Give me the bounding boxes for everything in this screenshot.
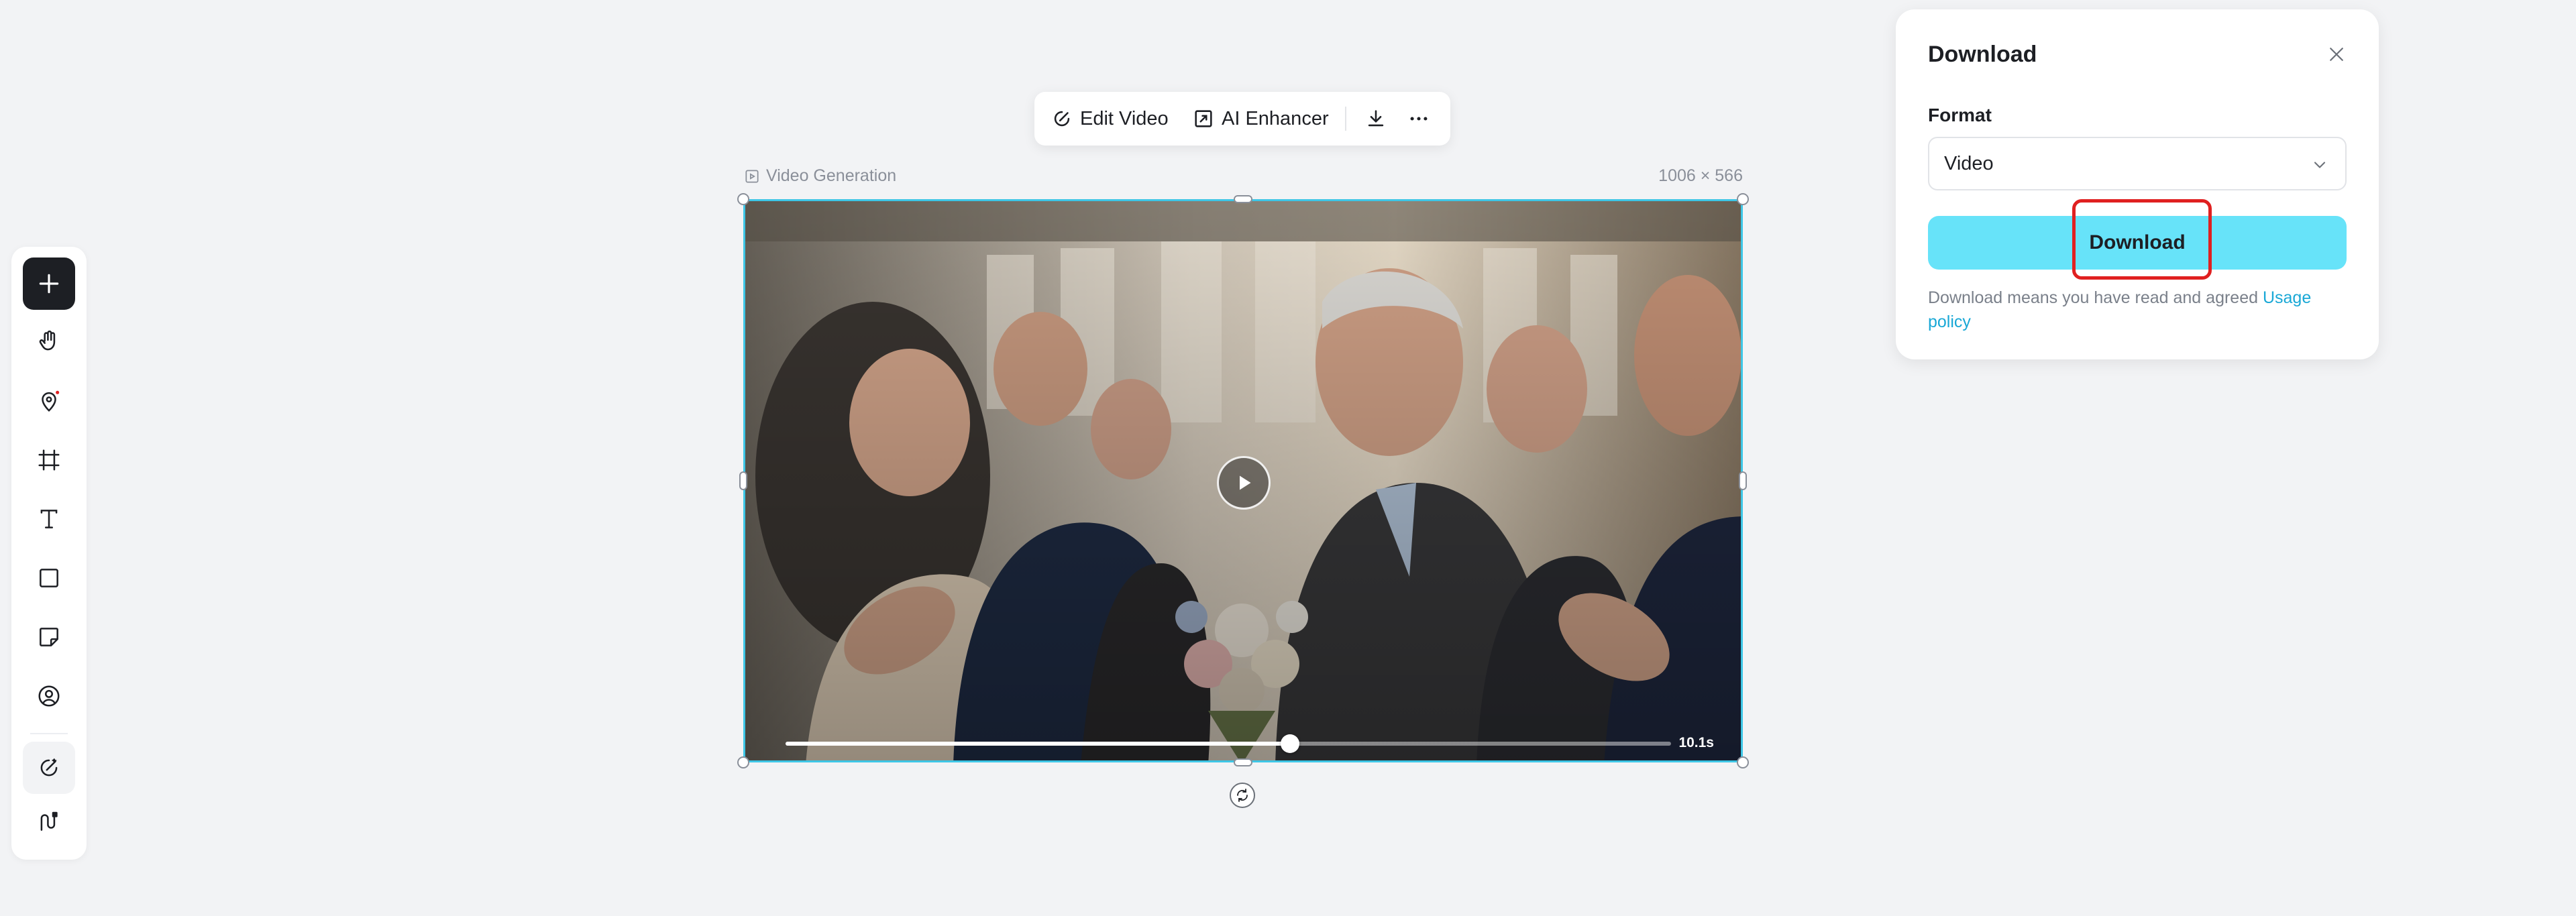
ai-enhancer-button[interactable]: AI Enhancer	[1192, 92, 1329, 146]
highlight-box	[2072, 199, 2212, 280]
ai-enhancer-label: AI Enhancer	[1222, 107, 1329, 129]
format-label: Format	[1928, 105, 1992, 125]
play-button[interactable]	[1217, 456, 1271, 510]
magic-brush-icon	[40, 758, 58, 777]
frame-tool[interactable]	[23, 434, 75, 486]
resize-handle-bottom-right[interactable]	[1737, 756, 1749, 768]
left-toolbar	[11, 247, 87, 860]
workflow-icon	[40, 811, 58, 831]
rotate-icon	[1237, 789, 1248, 802]
text-tool[interactable]	[23, 493, 75, 545]
resize-handle-top[interactable]	[1234, 195, 1252, 203]
panel-title: Download	[1928, 42, 2037, 67]
add-button[interactable]	[23, 257, 75, 310]
video-player[interactable]: 10.1s	[743, 199, 1743, 762]
text-icon	[40, 510, 58, 528]
resize-handle-top-left[interactable]	[737, 193, 749, 205]
format-select[interactable]: Video	[1928, 137, 2347, 190]
policy-text-prefix: Download means you have read and agreed	[1928, 288, 2263, 307]
user-circle-icon	[38, 685, 60, 707]
download-panel: Download Format Video Download Download …	[1896, 9, 2379, 359]
frame-icon	[38, 449, 60, 471]
magic-brush-icon	[1054, 111, 1070, 127]
map-pin-icon	[42, 390, 60, 412]
download-icon	[1368, 110, 1384, 127]
resize-handle-left[interactable]	[739, 471, 747, 490]
close-icon[interactable]	[2326, 44, 2347, 64]
more-button[interactable]	[1407, 92, 1430, 146]
sticky-note-tool[interactable]	[23, 611, 75, 663]
format-value: Video	[1944, 152, 1994, 174]
video-timeline[interactable]	[786, 734, 1671, 753]
more-icon	[1410, 117, 1428, 121]
hand-tool[interactable]	[23, 316, 75, 368]
node-toolbar: Edit Video AI Enhancer	[1034, 92, 1450, 146]
resize-handle-right[interactable]	[1739, 471, 1747, 490]
pin-tool[interactable]	[23, 375, 75, 427]
node-title: Video Generation	[766, 166, 897, 185]
play-icon	[1240, 475, 1251, 490]
policy-text: Download means you have read and agreed …	[1928, 286, 2347, 334]
enhance-icon	[1195, 110, 1212, 127]
edit-video-button[interactable]: Edit Video	[1051, 92, 1169, 146]
toolbar-divider	[1345, 107, 1346, 131]
node-dimensions: 1006 × 566	[1658, 166, 1743, 185]
workflow-tool[interactable]	[23, 795, 75, 848]
chevron-down-icon	[2314, 162, 2326, 168]
sticky-note-icon	[40, 628, 58, 646]
download-icon-button[interactable]	[1364, 92, 1387, 146]
resize-handle-top-right[interactable]	[1737, 193, 1749, 205]
video-file-icon	[745, 169, 759, 183]
resize-handle-bottom[interactable]	[1234, 758, 1252, 766]
timeline-progress	[786, 742, 1291, 746]
avatar-tool[interactable]	[23, 670, 75, 722]
video-duration: 10.1s	[1678, 735, 1714, 750]
plus-icon	[39, 274, 59, 294]
shape-tool[interactable]	[23, 552, 75, 604]
edit-video-label: Edit Video	[1080, 107, 1169, 129]
toolbar-divider	[30, 733, 68, 734]
magic-edit-tool[interactable]	[23, 742, 75, 794]
resize-handle-bottom-left[interactable]	[737, 756, 749, 768]
node-label: Video Generation	[743, 166, 896, 186]
hand-icon	[39, 330, 56, 351]
rotate-handle[interactable]	[1230, 783, 1255, 808]
square-icon	[40, 569, 58, 587]
node-header: Video Generation 1006 × 566	[743, 166, 1743, 190]
